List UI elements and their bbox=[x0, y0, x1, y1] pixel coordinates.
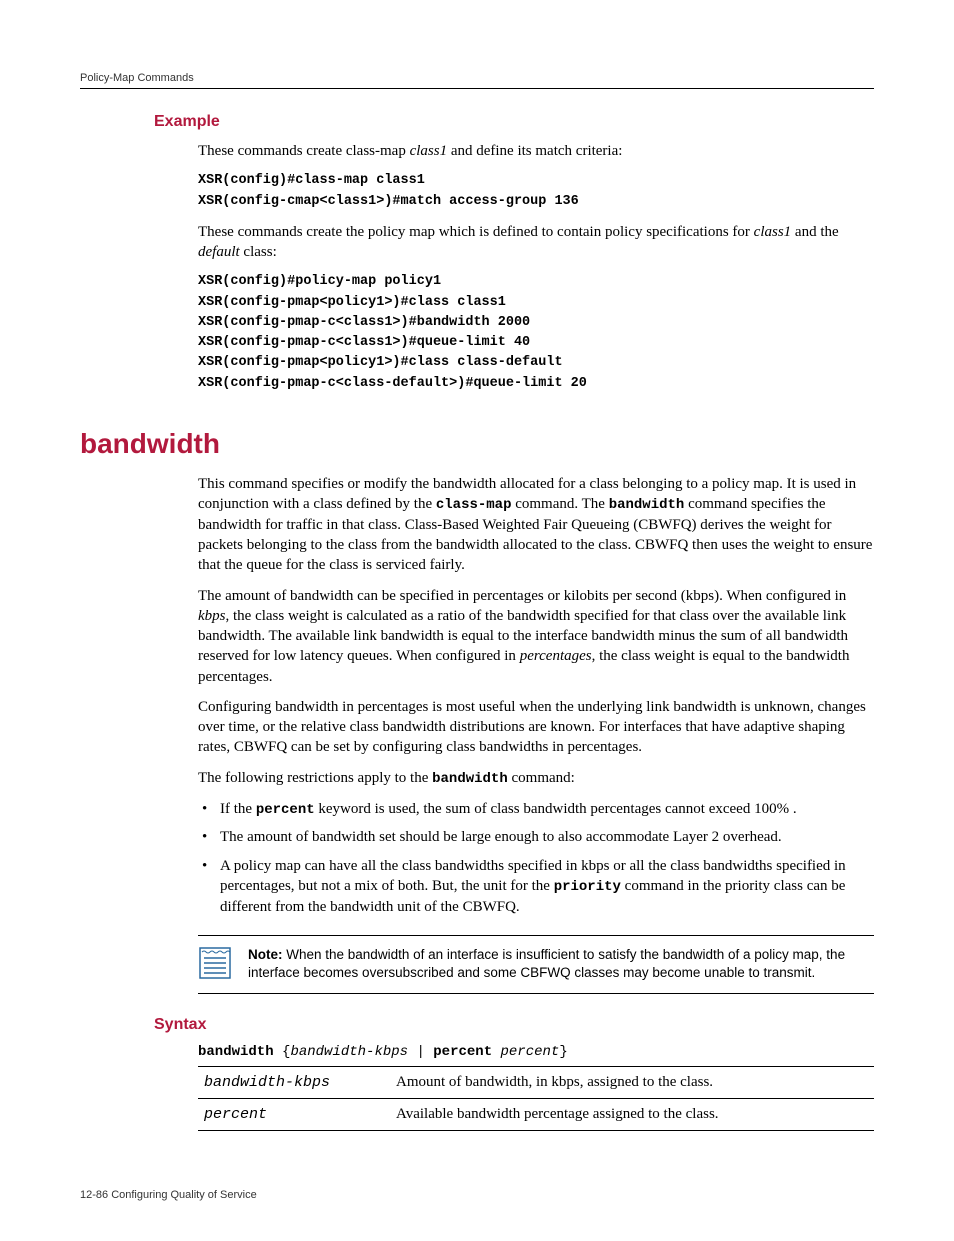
example-code-1: XSR(config)#class-map class1 XSR(config-… bbox=[198, 171, 874, 212]
example-code-2: XSR(config)#policy-map policy1 XSR(confi… bbox=[198, 272, 874, 394]
text-italic: class1 bbox=[754, 224, 792, 240]
inline-code: percent bbox=[256, 802, 315, 818]
example-intro-2: These commands create the policy map whi… bbox=[198, 222, 874, 263]
note-text: Note: When the bandwidth of an interface… bbox=[248, 946, 874, 982]
example-intro-1: These commands create class-map class1 a… bbox=[198, 141, 874, 161]
note-label: Note: bbox=[248, 947, 283, 962]
syntax-arg: percent bbox=[501, 1044, 560, 1060]
syntax-heading: Syntax bbox=[154, 1016, 874, 1034]
text: } bbox=[559, 1044, 567, 1060]
inline-code: class-map bbox=[436, 497, 512, 513]
syntax-params-table: bandwidth-kbps Amount of bandwidth, in k… bbox=[198, 1066, 874, 1131]
inline-code: priority bbox=[554, 879, 621, 895]
text: keyword is used, the sum of class bandwi… bbox=[315, 801, 797, 817]
table-row: bandwidth-kbps Amount of bandwidth, in k… bbox=[198, 1066, 874, 1098]
page-footer: 12-86 Configuring Quality of Service bbox=[80, 1189, 874, 1201]
syntax-keyword: percent bbox=[433, 1044, 492, 1060]
param-name: percent bbox=[198, 1098, 390, 1130]
syntax-keyword: bandwidth bbox=[198, 1044, 274, 1060]
text-italic: percentages bbox=[520, 648, 592, 664]
text-italic: class1 bbox=[410, 143, 448, 159]
list-item: A policy map can have all the class band… bbox=[198, 856, 874, 917]
note-icon bbox=[198, 946, 232, 980]
list-item: The amount of bandwidth set should be la… bbox=[198, 827, 874, 847]
syntax-usage: bandwidth {bandwidth-kbps | percent perc… bbox=[198, 1044, 874, 1060]
param-desc: Amount of bandwidth, in kbps, assigned t… bbox=[390, 1066, 874, 1098]
text: These commands create class-map bbox=[198, 143, 410, 159]
text-italic: kbps bbox=[198, 608, 226, 624]
text: and the bbox=[791, 224, 838, 240]
text: and define its match criteria: bbox=[447, 143, 622, 159]
bandwidth-restrictions-list: If the percent keyword is used, the sum … bbox=[198, 799, 874, 918]
bandwidth-para-1: This command specifies or modify the ban… bbox=[198, 474, 874, 576]
text: class: bbox=[240, 244, 277, 260]
inline-code: bandwidth bbox=[609, 497, 685, 513]
inline-code: bandwidth bbox=[432, 771, 508, 787]
bandwidth-heading: bandwidth bbox=[80, 428, 874, 460]
bandwidth-para-3: Configuring bandwidth in percentages is … bbox=[198, 697, 874, 758]
text: When the bandwidth of an interface is in… bbox=[248, 947, 845, 980]
text: { bbox=[274, 1044, 291, 1060]
text-italic: default bbox=[198, 244, 240, 260]
text: | bbox=[408, 1044, 433, 1060]
param-desc: Available bandwidth percentage assigned … bbox=[390, 1098, 874, 1130]
text: command: bbox=[508, 770, 575, 786]
text: These commands create the policy map whi… bbox=[198, 224, 754, 240]
text: command. The bbox=[511, 496, 608, 512]
running-header: Policy-Map Commands bbox=[80, 72, 874, 89]
example-heading: Example bbox=[154, 113, 874, 131]
text: The amount of bandwidth can be specified… bbox=[198, 588, 846, 604]
table-row: percent Available bandwidth percentage a… bbox=[198, 1098, 874, 1130]
text bbox=[492, 1044, 500, 1060]
bandwidth-para-4: The following restrictions apply to the … bbox=[198, 768, 874, 789]
list-item: If the percent keyword is used, the sum … bbox=[198, 799, 874, 820]
param-name: bandwidth-kbps bbox=[198, 1066, 390, 1098]
note-box: Note: When the bandwidth of an interface… bbox=[198, 935, 874, 993]
text: The following restrictions apply to the bbox=[198, 770, 432, 786]
bandwidth-para-2: The amount of bandwidth can be specified… bbox=[198, 586, 874, 687]
syntax-arg: bandwidth-kbps bbox=[290, 1044, 408, 1060]
text: If the bbox=[220, 801, 256, 817]
